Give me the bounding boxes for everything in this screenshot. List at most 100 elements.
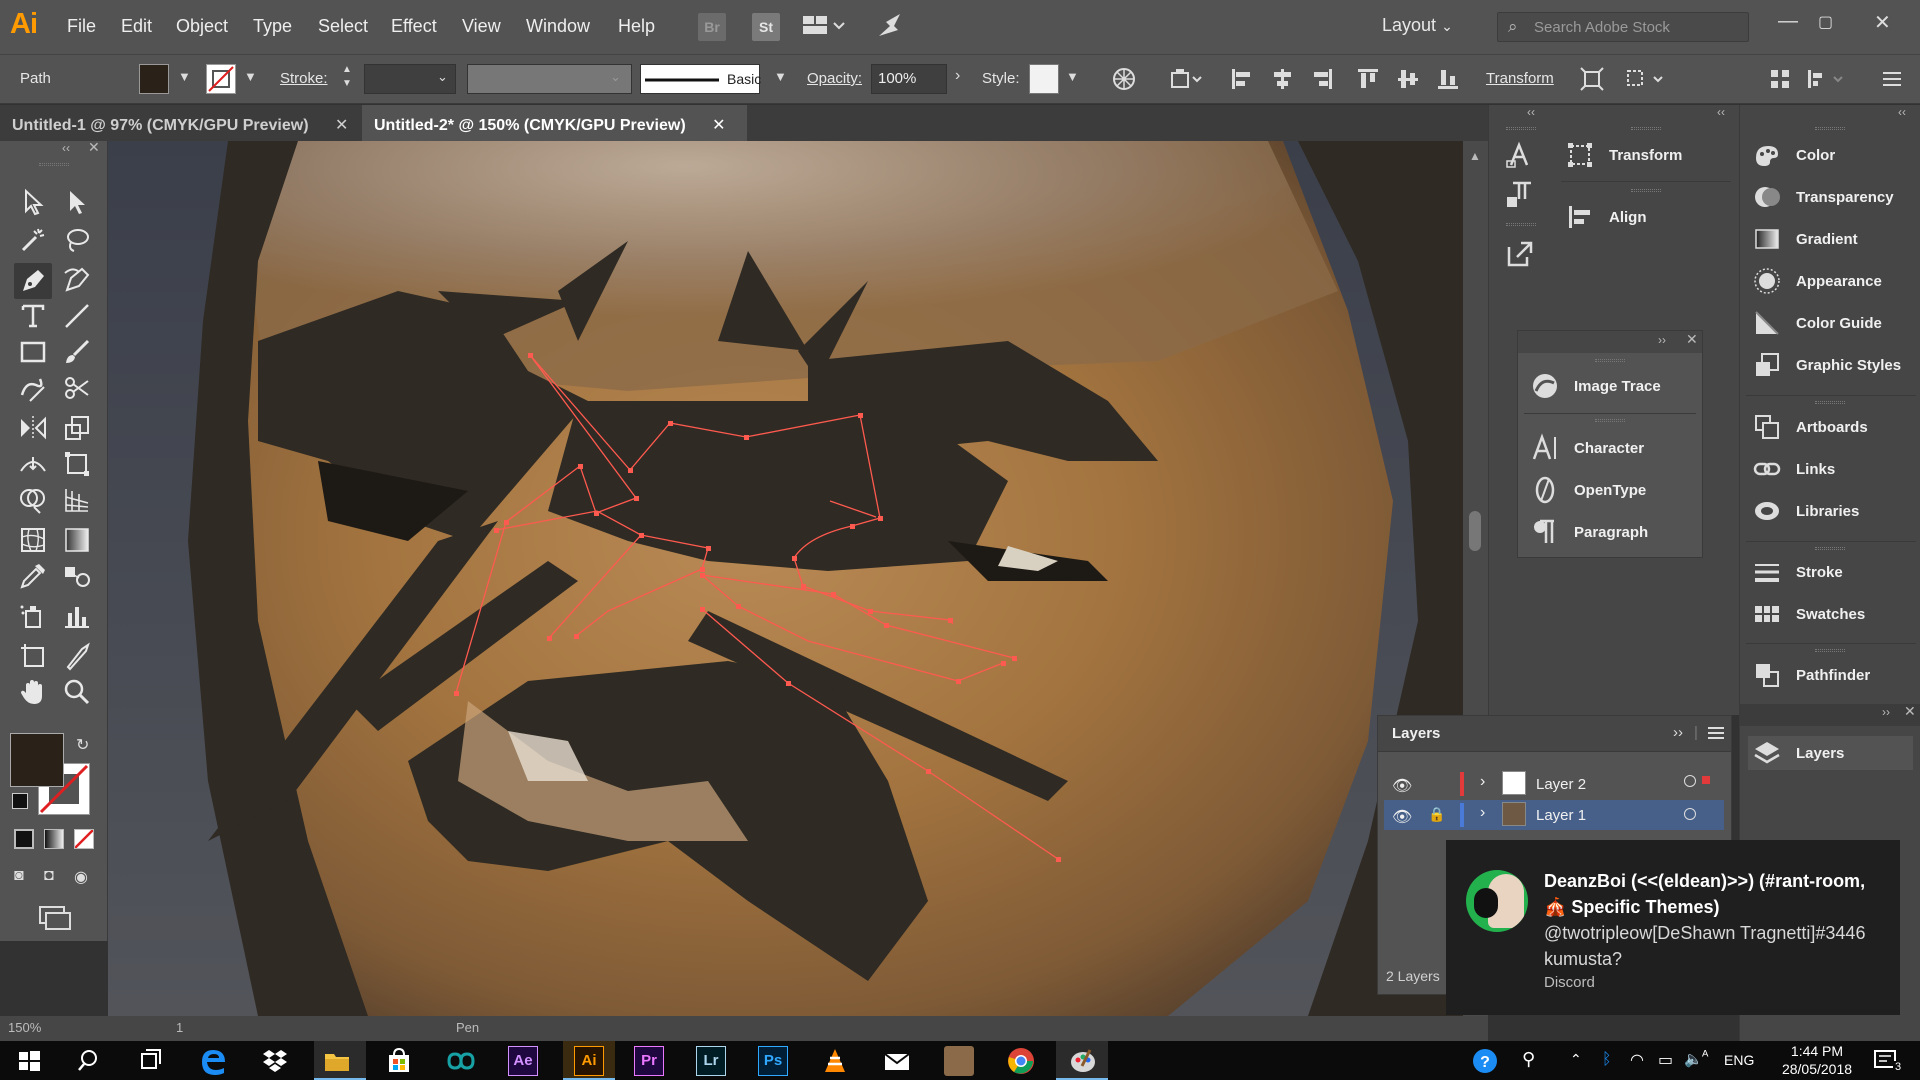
blend-tool-icon[interactable] [62,561,92,591]
close-tools-icon[interactable]: ✕ [88,139,100,156]
color-mode-icon[interactable] [14,829,34,849]
stroke-weight-dropdown-icon[interactable]: ⌄ [437,69,448,85]
layer-row-layer-1[interactable]: 👁 🔒 › Layer 1 [1384,800,1724,830]
pathfinder-panel-item[interactable]: Pathfinder [1752,658,1870,692]
align-right-icon[interactable] [1310,67,1334,91]
pen-tool-icon[interactable] [14,263,52,299]
target-icon[interactable] [1684,808,1696,820]
opacity-label[interactable]: Opacity: [807,70,862,87]
lock-icon[interactable]: 🔒 [1428,806,1445,823]
menu-file[interactable]: File [67,16,96,37]
layer-name[interactable]: Layer 2 [1536,776,1586,793]
graphic-style-swatch[interactable] [1029,64,1059,94]
lightroom-icon[interactable]: Lr [696,1046,726,1076]
collapse-dock-icon[interactable]: ‹‹ [1527,105,1535,119]
expand-layer-icon[interactable]: › [1480,804,1485,822]
photo-icon[interactable] [944,1046,974,1076]
layers-panel-title[interactable]: Layers [1392,725,1440,742]
paint-icon[interactable] [1068,1046,1098,1076]
none-mode-icon[interactable] [74,829,94,849]
search-icon[interactable] [76,1046,106,1076]
isolate-selected-icon[interactable] [1580,67,1604,91]
artboard-canvas[interactable] [108,141,1463,1016]
transform-panel-item[interactable]: Transform [1565,138,1682,172]
stock-search[interactable]: ⌕ Search Adobe Stock [1497,12,1749,42]
edge-icon[interactable] [198,1046,228,1076]
stock-search-input[interactable]: Search Adobe Stock [1534,19,1670,36]
align-horizontal-center-icon[interactable] [1270,67,1294,91]
distribute-icon[interactable] [1806,67,1843,91]
maximize-button[interactable]: ▢ [1818,12,1833,32]
artboards-panel-item[interactable]: Artboards [1752,410,1868,444]
scrollbar-thumb[interactable] [1469,511,1481,551]
document-setup-icon[interactable] [1170,67,1202,91]
default-fill-stroke-icon[interactable] [12,793,28,809]
artboard-tool-icon[interactable] [18,641,48,671]
tab-untitled-2[interactable]: Untitled-2* @ 150% (CMYK/GPU Preview) ✕ [362,105,747,141]
paragraph-styles-icon[interactable] [1505,179,1535,213]
screen-mode-icon[interactable] [38,905,72,935]
lasso-tool-icon[interactable] [62,225,92,255]
target-icon[interactable] [1684,775,1696,787]
type-tool-icon[interactable] [18,301,48,331]
visibility-eye-icon[interactable]: 👁 [1392,776,1412,796]
zoom-tool-icon[interactable] [62,677,92,707]
stroke-swatch[interactable] [206,64,236,94]
transform-link[interactable]: Transform [1486,70,1554,87]
free-transform-tool-icon[interactable] [62,449,92,479]
bridge-button[interactable]: Br [698,13,726,41]
draw-inside-icon[interactable]: ◉ [74,867,88,887]
task-view-icon[interactable] [136,1046,166,1076]
menu-edit[interactable]: Edit [121,16,152,37]
menu-view[interactable]: View [462,16,501,37]
arrange-documents-icon[interactable] [802,14,846,42]
symbol-sprayer-tool-icon[interactable] [18,601,48,631]
arrange-panels-icon[interactable] [1768,67,1792,91]
menu-effect[interactable]: Effect [391,16,437,37]
bluetooth-icon[interactable]: ᛒ [1602,1051,1612,1069]
reflect-tool-icon[interactable] [18,413,48,443]
appearance-panel-item[interactable]: Appearance [1752,264,1882,298]
color-guide-panel-item[interactable]: Color Guide [1752,306,1882,340]
clock-time[interactable]: 1:44 PM [1782,1043,1852,1059]
align-left-icon[interactable] [1230,67,1254,91]
variable-width-profile[interactable] [467,64,632,94]
character-styles-icon[interactable] [1505,139,1535,173]
arduino-icon[interactable] [446,1046,476,1076]
dropbox-icon[interactable] [260,1046,290,1076]
line-segment-tool-icon[interactable] [62,301,92,331]
menu-select[interactable]: Select [318,16,368,37]
fill-color-front[interactable] [10,733,64,787]
help-icon[interactable]: ? [1470,1046,1500,1076]
layers-panel-tab[interactable]: Layers [1748,736,1913,770]
artboard-number[interactable]: 1 [176,1020,183,1035]
gpu-performance-icon[interactable] [876,12,906,44]
draw-behind-icon[interactable]: ◘ [44,867,54,885]
paintbrush-tool-icon[interactable] [62,337,92,367]
menu-window[interactable]: Window [526,16,590,37]
show-hidden-icons[interactable]: ⌃ [1570,1051,1582,1068]
clock-date[interactable]: 28/05/2018 [1772,1061,1862,1077]
rectangle-tool-icon[interactable] [18,337,48,367]
store-icon[interactable] [384,1046,414,1076]
vlc-icon[interactable] [820,1046,850,1076]
gradient-mode-icon[interactable] [44,829,64,849]
collapse-panel-icon[interactable]: ›› [1658,333,1666,347]
slice-tool-icon[interactable] [62,641,92,671]
photoshop-icon[interactable]: Ps [758,1046,788,1076]
paragraph-panel-item[interactable]: Paragraph [1530,515,1648,549]
collapse-dock-icon[interactable]: ‹‹ [1898,105,1906,119]
close-tab-icon[interactable]: ✕ [335,117,348,134]
scissors-tool-icon[interactable] [62,373,92,403]
mail-icon[interactable] [882,1046,912,1076]
chrome-icon[interactable] [1006,1046,1036,1076]
selection-indicator[interactable] [1702,776,1710,784]
draw-normal-icon[interactable]: ◙ [14,867,24,885]
magic-wand-tool-icon[interactable] [18,225,48,255]
wifi-icon[interactable]: ◠ [1630,1050,1644,1070]
premiere-icon[interactable]: Pr [634,1046,664,1076]
tab-untitled-1[interactable]: Untitled-1 @ 97% (CMYK/GPU Preview) ✕ [0,105,362,141]
perspective-grid-tool-icon[interactable] [62,485,92,515]
windows-start-icon[interactable] [14,1046,44,1076]
opacity-expand-icon[interactable]: › [955,67,960,85]
